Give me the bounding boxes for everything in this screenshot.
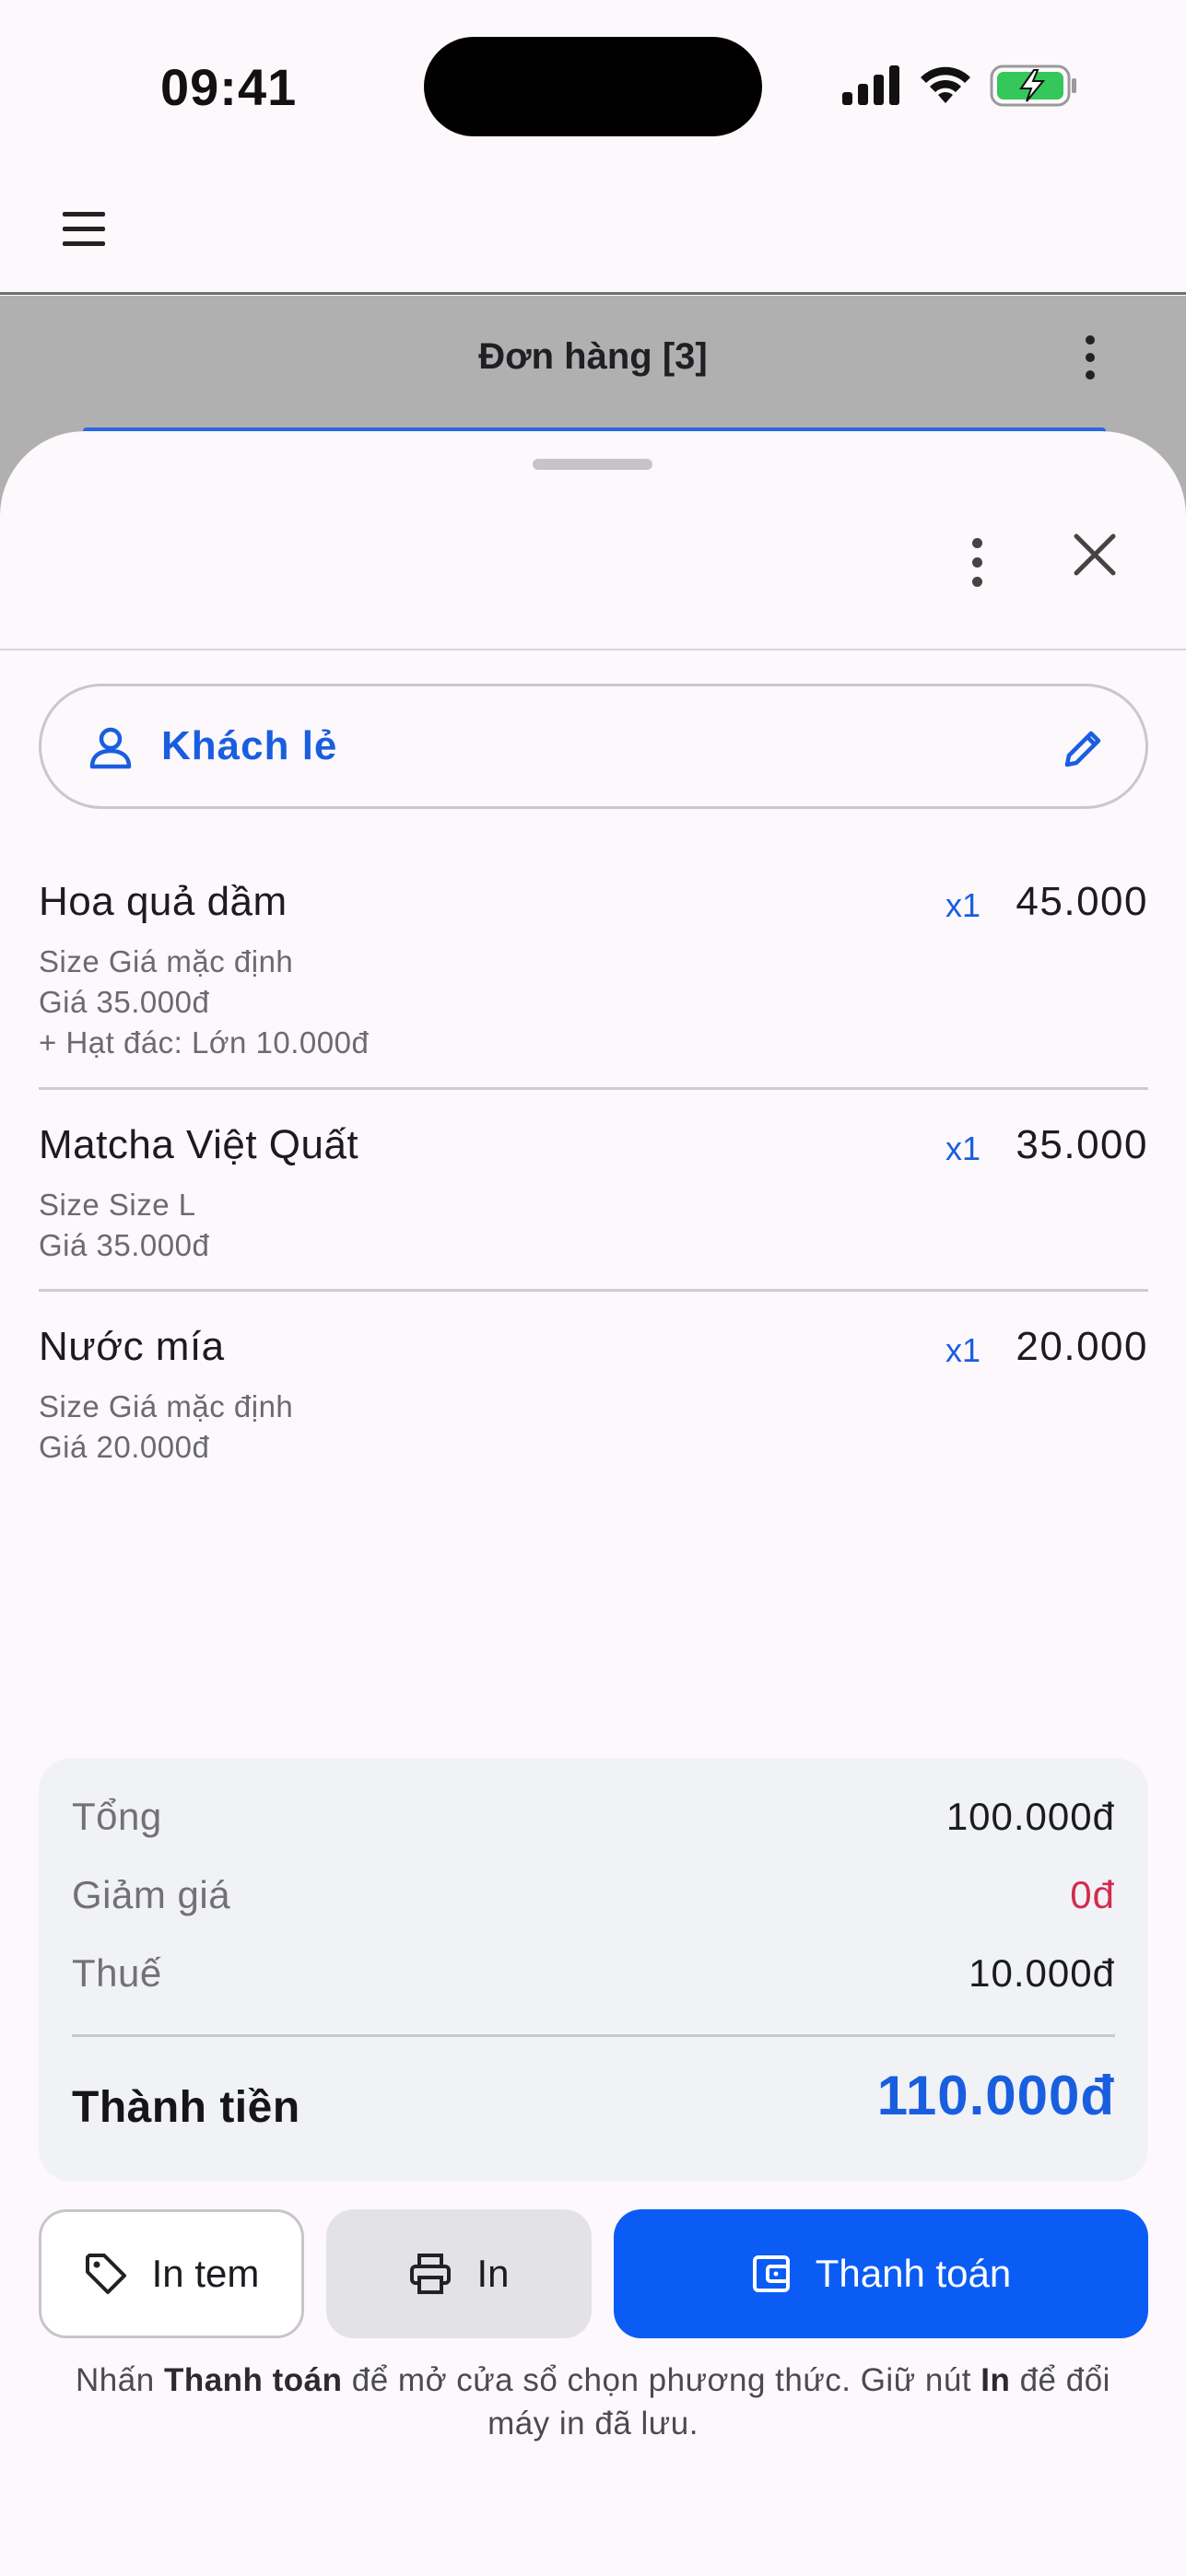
print-label-button[interactable]: In tem <box>39 2209 304 2338</box>
item-detail: Size Size L <box>39 1188 196 1222</box>
print-receipt-text: In <box>476 2252 510 2295</box>
payment-hint: Nhấn Thanh toán để mở cửa sổ chọn phương… <box>55 2359 1131 2445</box>
subtotal-row: Tổng 100.000đ <box>72 1795 1115 1839</box>
order-title: Đơn hàng [3] <box>478 336 708 377</box>
discount-row: Giảm giá 0đ <box>72 1873 1115 1917</box>
close-icon[interactable] <box>1069 529 1121 580</box>
customer-selector[interactable]: Khách lẻ <box>39 684 1148 809</box>
drag-handle[interactable] <box>533 459 652 470</box>
battery-charging-icon <box>990 64 1076 107</box>
item-detail: Giá 35.000đ <box>39 1228 210 1262</box>
app-bar <box>0 166 1186 295</box>
sheet-header-divider <box>0 649 1186 650</box>
pay-button[interactable]: Thanh toán <box>614 2209 1148 2338</box>
subtotal-label: Tổng <box>72 1795 162 1838</box>
more-vert-icon[interactable] <box>1086 335 1098 387</box>
order-bottom-sheet: Khách lẻ Hoa quả dầm x1 45.000 Size Giá … <box>0 431 1186 2576</box>
discount-value: 0đ <box>1070 1873 1115 1916</box>
dynamic-island <box>424 37 762 136</box>
total-value: 110.000đ <box>876 2065 1115 2126</box>
tag-icon <box>85 2254 126 2294</box>
item-qty: x1 <box>945 1130 981 1167</box>
total-label: Thành tiền <box>72 2083 300 2132</box>
hint-text: Nhấn <box>76 2362 164 2398</box>
item-divider <box>39 1087 1148 1090</box>
list-item[interactable]: Matcha Việt Quất x1 35.000 Size Size L G… <box>39 1122 1148 1266</box>
item-price: 35.000 <box>1016 1122 1148 1167</box>
print-label-text: In tem <box>151 2252 260 2295</box>
item-price: 45.000 <box>1016 879 1148 924</box>
discount-label: Giảm giá <box>72 1873 231 1916</box>
list-item[interactable]: Hoa quả dầm x1 45.000 Size Giá mặc định … <box>39 879 1148 1063</box>
item-detail: + Hạt đác: Lớn 10.000đ <box>39 1025 370 1060</box>
wallet-icon <box>752 2255 790 2292</box>
item-detail: Giá 35.000đ <box>39 985 210 1019</box>
person-icon <box>89 727 132 769</box>
item-name: Nước mía <box>39 1324 225 1369</box>
pay-text: Thanh toán <box>815 2252 1012 2295</box>
item-detail: Size Giá mặc định <box>39 944 294 978</box>
item-qty: x1 <box>945 886 981 924</box>
item-price: 20.000 <box>1016 1324 1148 1369</box>
hamburger-menu-icon[interactable] <box>63 212 109 249</box>
item-detail: Size Giá mặc định <box>39 1389 294 1423</box>
subtotal-value: 100.000đ <box>945 1795 1115 1838</box>
tax-row: Thuế 10.000đ <box>72 1951 1115 1996</box>
cellular-signal-icon <box>842 65 899 105</box>
status-bar: 09:41 <box>0 0 1186 166</box>
item-detail: Giá 20.000đ <box>39 1430 210 1464</box>
customer-name: Khách lẻ <box>161 723 338 768</box>
item-qty: x1 <box>945 1331 981 1369</box>
hint-bold: In <box>981 2362 1011 2398</box>
tax-value: 10.000đ <box>969 1951 1115 1995</box>
item-name: Matcha Việt Quất <box>39 1122 359 1167</box>
hint-bold: Thanh toán <box>163 2362 343 2398</box>
hint-text: để mở cửa sổ chọn phương thức. Giữ nút <box>342 2362 981 2398</box>
sheet-more-icon[interactable] <box>968 538 986 593</box>
printer-icon <box>410 2254 452 2294</box>
status-time: 09:41 <box>160 58 298 116</box>
print-receipt-button[interactable]: In <box>326 2209 592 2338</box>
item-divider <box>39 1289 1148 1292</box>
order-summary: Tổng 100.000đ Giảm giá 0đ Thuế 10.000đ T… <box>39 1758 1148 2182</box>
list-item[interactable]: Nước mía x1 20.000 Size Giá mặc định Giá… <box>39 1324 1148 1468</box>
pencil-icon[interactable] <box>1061 725 1107 771</box>
summary-divider <box>72 2034 1115 2037</box>
wifi-icon <box>921 66 970 103</box>
tax-label: Thuế <box>72 1951 162 1995</box>
item-name: Hoa quả dầm <box>39 879 288 924</box>
